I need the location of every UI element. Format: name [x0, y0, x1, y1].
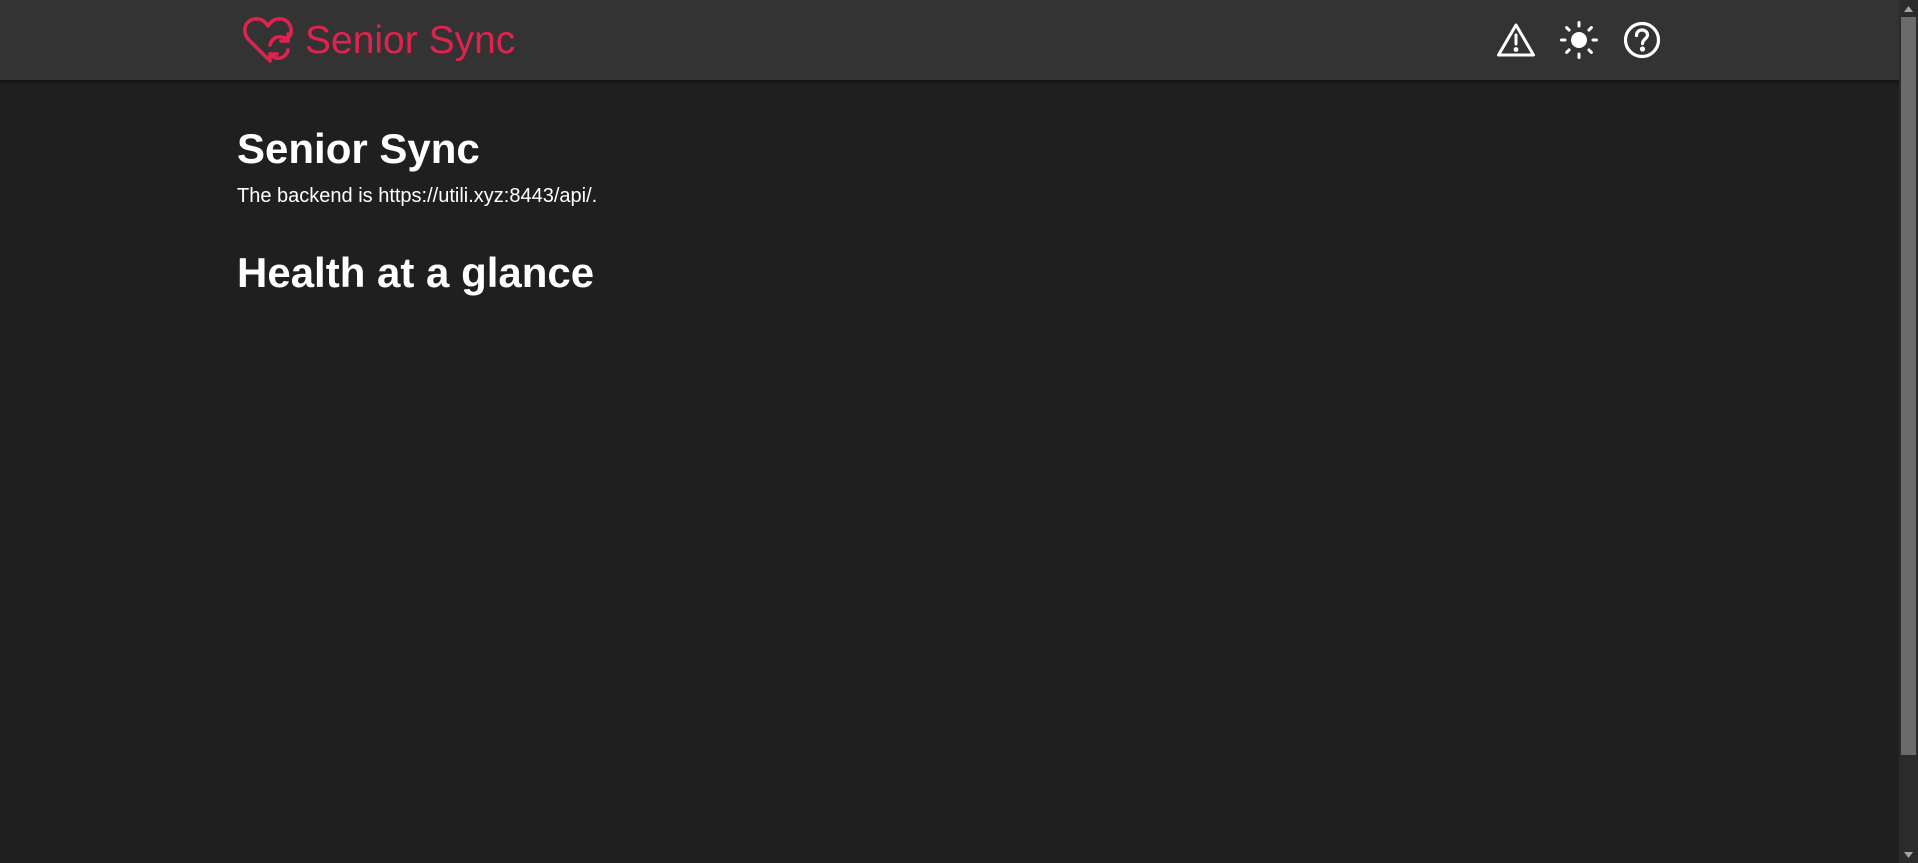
scroll-up-arrow[interactable]	[1899, 0, 1918, 17]
help-icon	[1623, 21, 1661, 59]
sun-icon	[1560, 21, 1598, 59]
health-section-title: Health at a glance	[237, 249, 595, 297]
brand-name: Senior Sync	[305, 18, 516, 62]
page-title: Senior Sync	[237, 125, 480, 172]
warning-icon	[1497, 23, 1535, 57]
app-viewport: Senior Sync Senior Sync The backend is h…	[0, 0, 1918, 863]
theme-toggle-button[interactable]	[1557, 18, 1601, 62]
scroll-down-arrow[interactable]	[1899, 846, 1918, 863]
scroll-up-icon	[1904, 5, 1913, 12]
scrollbar-thumb[interactable]	[1901, 17, 1916, 755]
vertical-scrollbar[interactable]	[1899, 0, 1918, 863]
top-navbar: Senior Sync	[0, 0, 1899, 80]
backend-info-text: The backend is https://utili.xyz:8443/ap…	[237, 185, 598, 208]
scroll-down-icon	[1904, 851, 1913, 858]
brand-home-link[interactable]: Senior Sync	[241, 14, 515, 66]
heart-sync-icon	[243, 17, 293, 63]
help-button[interactable]	[1620, 18, 1664, 62]
navbar-icons	[1494, 18, 1664, 62]
main-content: Senior Sync The backend is https://utili…	[237, 80, 1637, 296]
warning-button[interactable]	[1494, 18, 1538, 62]
